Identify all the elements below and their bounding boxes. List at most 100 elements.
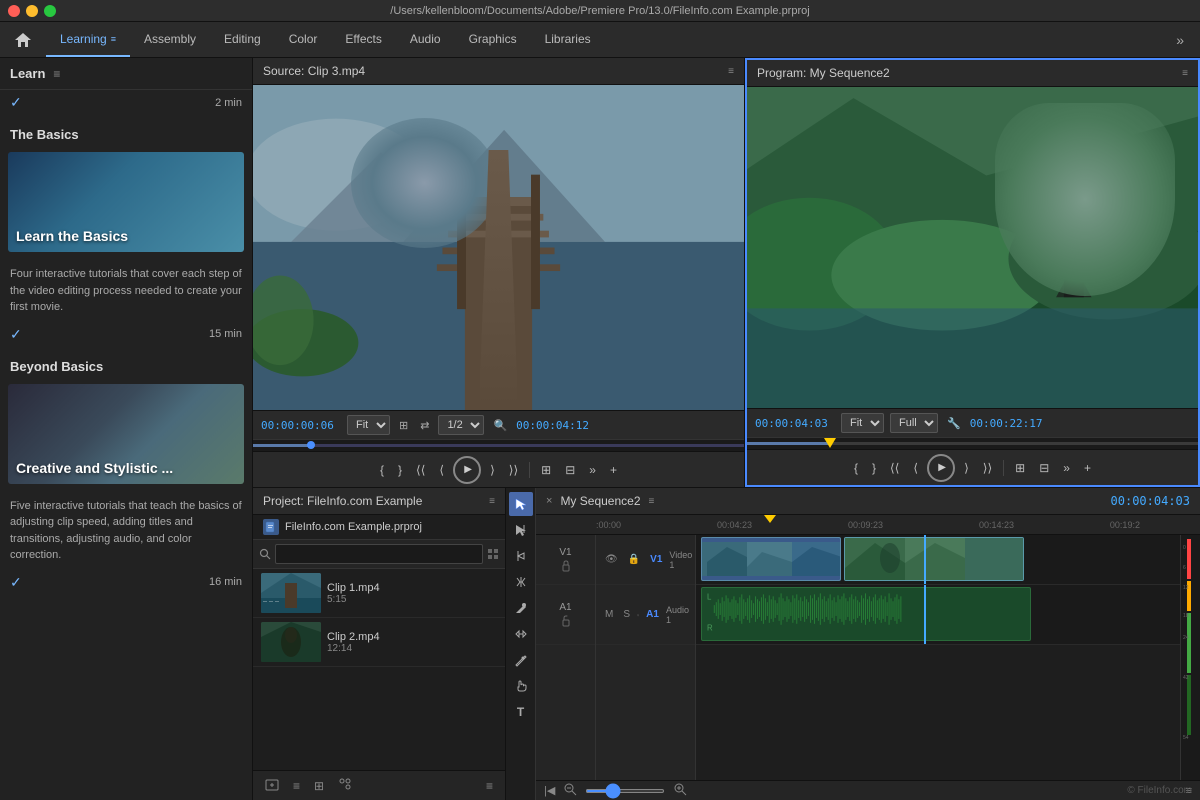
source-zoom-btn[interactable]: 🔍 (490, 417, 510, 434)
program-play-button[interactable]: ▶ (927, 454, 955, 482)
program-more-btn[interactable]: » (1058, 457, 1075, 479)
close-button[interactable] (8, 5, 20, 17)
clip-1-duration: 5:15 (327, 594, 497, 605)
clip-item-1[interactable]: Clip 1.mp4 5:15 (253, 569, 505, 618)
nav-tab-assembly[interactable]: Assembly (130, 22, 210, 57)
source-step-fwd-btn[interactable]: ⟩ (485, 459, 500, 481)
tool-select[interactable] (509, 492, 533, 516)
source-insert-btn[interactable]: ⊞ (536, 459, 556, 481)
video-track-v1[interactable] (696, 535, 1180, 585)
tl-zoom-in-btn[interactable] (673, 782, 687, 799)
project-toolbar: ≡ ⊞ ≡ (253, 770, 505, 800)
source-mark-out-btn[interactable]: } (393, 459, 407, 481)
learn-menu-icon[interactable]: ≡ (53, 67, 60, 81)
source-panel-menu[interactable]: ≡ (728, 66, 734, 77)
tutorial-card-learn-basics[interactable]: Learn the Basics (8, 152, 244, 252)
file-icon (263, 519, 279, 535)
tool-rolling[interactable] (509, 570, 533, 594)
program-step-fwd-btn[interactable]: ⟩ (959, 457, 974, 479)
source-step-back-btn[interactable]: ⟨ (434, 459, 449, 481)
program-lift-btn[interactable]: ⊞ (1010, 457, 1030, 479)
timeline-zoom-slider[interactable] (585, 789, 665, 793)
nav-tab-editing[interactable]: Editing (210, 22, 275, 57)
program-mark-in-btn[interactable]: { (849, 457, 863, 479)
project-panel: Project: FileInfo.com Example ≡ FileInfo… (253, 488, 506, 800)
timeline-close-btn[interactable]: × (546, 495, 552, 507)
waveform-svg: L R (704, 587, 1028, 641)
audio-clip-1[interactable]: L R (701, 587, 1031, 641)
nav-tab-color[interactable]: Color (275, 22, 332, 57)
nav-tab-audio[interactable]: Audio (396, 22, 455, 57)
home-button[interactable] (8, 33, 38, 47)
program-playhead[interactable] (824, 438, 836, 448)
v1-eye-btn[interactable]: 👁 (602, 553, 621, 566)
source-next-frame-btn[interactable]: ⟩⟩ (504, 459, 523, 481)
tool-hand[interactable] (509, 674, 533, 698)
source-play-button[interactable]: ▶ (453, 456, 481, 484)
source-link-btn[interactable]: ⇄ (417, 417, 432, 434)
project-add-bin-btn[interactable] (261, 775, 283, 796)
tool-track-select[interactable] (509, 518, 533, 542)
program-mark-out-btn[interactable]: } (867, 457, 881, 479)
source-frame-btn[interactable]: ⊞ (396, 417, 411, 434)
source-prev-frame-btn[interactable]: ⟨⟨ (411, 459, 430, 481)
project-menu-btn[interactable]: ≡ (482, 777, 497, 795)
ruler-marks: :00:00 00:04:23 00:09:23 00:14:23 00:19:… (596, 520, 1140, 530)
tool-text[interactable]: T (509, 700, 533, 724)
program-scrubber[interactable] (747, 437, 1198, 449)
source-fit-select[interactable]: Fit (347, 415, 390, 435)
program-add-btn[interactable]: + (1079, 457, 1096, 479)
slip-icon (514, 627, 528, 641)
tl-zoom-out-btn[interactable] (563, 782, 577, 799)
source-mark-in-btn[interactable]: { (375, 459, 389, 481)
tool-slip[interactable] (509, 622, 533, 646)
program-settings-btn[interactable]: 🔧 (944, 415, 964, 432)
source-overwrite-btn[interactable]: ⊟ (560, 459, 580, 481)
nav-more-button[interactable]: » (1168, 32, 1192, 48)
tool-pen[interactable] (509, 648, 533, 672)
project-icon-view-btn[interactable]: ⊞ (310, 777, 328, 795)
a1-solo-btn[interactable]: S (620, 608, 633, 621)
program-quality-select[interactable]: Full (890, 413, 938, 433)
clip-item-2[interactable]: Clip 2.mp4 12:14 (253, 618, 505, 667)
track-controls-col: 👁 🔒 V1 Video 1 › ‹ M S (596, 535, 696, 780)
nav-tab-learning[interactable]: Learning ≡ (46, 22, 130, 57)
program-next-frame-btn[interactable]: ⟩⟩ (978, 457, 997, 479)
source-scrubber-handle[interactable] (307, 441, 315, 449)
tutorial-card-creative[interactable]: Creative and Stylistic ... (8, 384, 244, 484)
program-video-preview (747, 87, 1198, 408)
project-freeform-btn[interactable] (334, 775, 356, 796)
source-scrubber[interactable] (253, 439, 744, 451)
v1-lock-btn[interactable]: 🔒 (625, 553, 643, 566)
a1-mute-btn[interactable]: M (602, 608, 616, 621)
program-fit-select[interactable]: Fit (841, 413, 884, 433)
hand-icon (514, 679, 528, 693)
project-search-input[interactable] (275, 544, 483, 564)
project-panel-title: Project: FileInfo.com Example (263, 494, 422, 508)
nav-tab-libraries[interactable]: Libraries (531, 22, 605, 57)
program-extract-btn[interactable]: ⊟ (1034, 457, 1054, 479)
source-video-svg (253, 85, 744, 410)
source-more-btn[interactable]: » (584, 459, 601, 481)
project-panel-header: Project: FileInfo.com Example ≡ (253, 488, 505, 515)
nav-tab-effects[interactable]: Effects (331, 22, 395, 57)
nav-tab-graphics[interactable]: Graphics (455, 22, 531, 57)
tool-razor[interactable] (509, 596, 533, 620)
timeline-menu-icon[interactable]: ≡ (649, 496, 655, 507)
source-quality-select[interactable]: 1/2 (438, 415, 484, 435)
program-scrubber-fill (747, 442, 828, 445)
project-list-view-btn[interactable]: ≡ (289, 777, 304, 795)
project-panel-menu[interactable]: ≡ (489, 496, 495, 507)
tool-ripple[interactable] (509, 544, 533, 568)
maximize-button[interactable] (44, 5, 56, 17)
audio-track-a1[interactable]: L R (696, 585, 1180, 645)
video-clip-2[interactable] (844, 537, 1024, 581)
program-panel-menu[interactable]: ≡ (1182, 68, 1188, 79)
source-add-btn[interactable]: + (605, 459, 622, 481)
window-controls[interactable] (8, 5, 56, 17)
tl-go-to-start-btn[interactable]: |◀ (544, 784, 555, 797)
program-step-back-btn[interactable]: ⟨ (908, 457, 923, 479)
program-prev-frame-btn[interactable]: ⟨⟨ (885, 457, 904, 479)
video-clip-1[interactable] (701, 537, 841, 581)
minimize-button[interactable] (26, 5, 38, 17)
